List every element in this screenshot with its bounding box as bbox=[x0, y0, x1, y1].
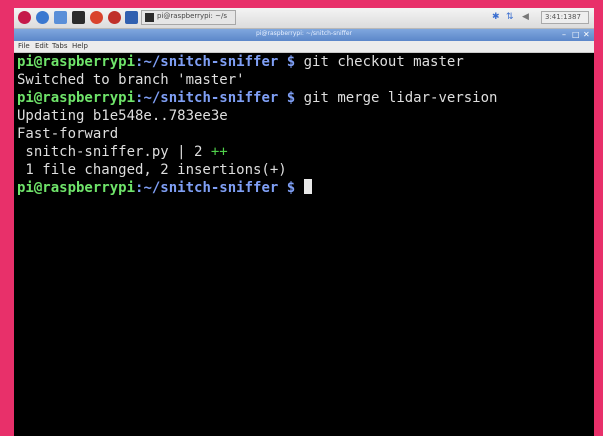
window-title: pi@raspberrypi: ~/snitch-sniffer bbox=[256, 30, 352, 37]
globe-icon[interactable] bbox=[36, 11, 49, 24]
menu-file[interactable]: File bbox=[18, 42, 30, 50]
taskbar-terminal-task[interactable]: pi@raspberrypi: ~/s bbox=[141, 10, 236, 25]
menu-tabs[interactable]: Tabs bbox=[52, 42, 68, 50]
terminal-output[interactable]: pi@raspberrypi:~/snitch-sniffer $ git ch… bbox=[14, 53, 594, 436]
terminal-line-6: snitch-sniffer.py | 2 ++ bbox=[17, 143, 228, 162]
terminal-line-1: pi@raspberrypi:~/snitch-sniffer $ git ch… bbox=[17, 53, 464, 72]
raspberry-menu-icon[interactable] bbox=[18, 11, 31, 24]
desktop-screen: pi@raspberrypi: ~/s ✱ ⇅ ◀ 3:41:1387 pi@r… bbox=[14, 8, 594, 436]
minimize-icon[interactable]: – bbox=[562, 30, 566, 40]
clock[interactable]: 3:41:1387 bbox=[541, 11, 589, 24]
close-icon[interactable]: ✕ bbox=[583, 30, 590, 40]
taskbar-task-label: pi@raspberrypi: ~/s bbox=[157, 12, 228, 20]
menu-help[interactable]: Help bbox=[72, 42, 88, 50]
terminal-line-3: pi@raspberrypi:~/snitch-sniffer $ git me… bbox=[17, 89, 497, 108]
terminal-task-icon bbox=[145, 13, 154, 22]
command-text: git checkout master bbox=[295, 54, 464, 70]
window-titlebar[interactable]: pi@raspberrypi: ~/snitch-sniffer – □ ✕ bbox=[14, 29, 594, 41]
taskbar: pi@raspberrypi: ~/s ✱ ⇅ ◀ 3:41:1387 bbox=[14, 8, 594, 29]
terminal-cursor bbox=[303, 179, 312, 194]
file-manager-icon[interactable] bbox=[54, 11, 67, 24]
terminal-line-7: 1 file changed, 2 insertions(+) bbox=[17, 162, 287, 178]
command-text: git merge lidar-version bbox=[295, 90, 498, 106]
bluetooth-icon[interactable]: ✱ bbox=[492, 12, 500, 22]
terminal-icon[interactable] bbox=[72, 11, 85, 24]
prompt-path: :~/snitch-sniffer $ bbox=[135, 180, 296, 196]
prompt-user-host: pi@raspberrypi bbox=[17, 180, 136, 196]
volume-icon[interactable]: ◀ bbox=[522, 12, 529, 22]
menu-edit[interactable]: Edit bbox=[35, 42, 49, 50]
menubar: File Edit Tabs Help bbox=[14, 41, 594, 53]
math-icon[interactable] bbox=[90, 11, 103, 24]
prompt-path: :~/snitch-sniffer $ bbox=[135, 90, 296, 106]
diffstat-plus: ++ bbox=[210, 144, 228, 160]
diffstat-text: snitch-sniffer.py | 2 bbox=[17, 144, 211, 160]
prompt-user-host: pi@raspberrypi bbox=[17, 90, 136, 106]
terminal-line-4: Updating b1e548e..783ee3e bbox=[17, 108, 228, 124]
terminal-line-8: pi@raspberrypi:~/snitch-sniffer $ bbox=[17, 179, 312, 198]
window-list-icon[interactable] bbox=[125, 11, 138, 24]
prompt-path: :~/snitch-sniffer $ bbox=[135, 54, 296, 70]
terminal-line-2: Switched to branch 'master' bbox=[17, 72, 245, 88]
prompt-user-host: pi@raspberrypi bbox=[17, 54, 136, 70]
network-icon[interactable]: ⇅ bbox=[506, 12, 514, 22]
terminal-line-5: Fast-forward bbox=[17, 126, 119, 142]
wolfram-icon[interactable] bbox=[108, 11, 121, 24]
maximize-icon[interactable]: □ bbox=[572, 30, 580, 40]
clock-text: 3:41:1387 bbox=[545, 13, 581, 21]
